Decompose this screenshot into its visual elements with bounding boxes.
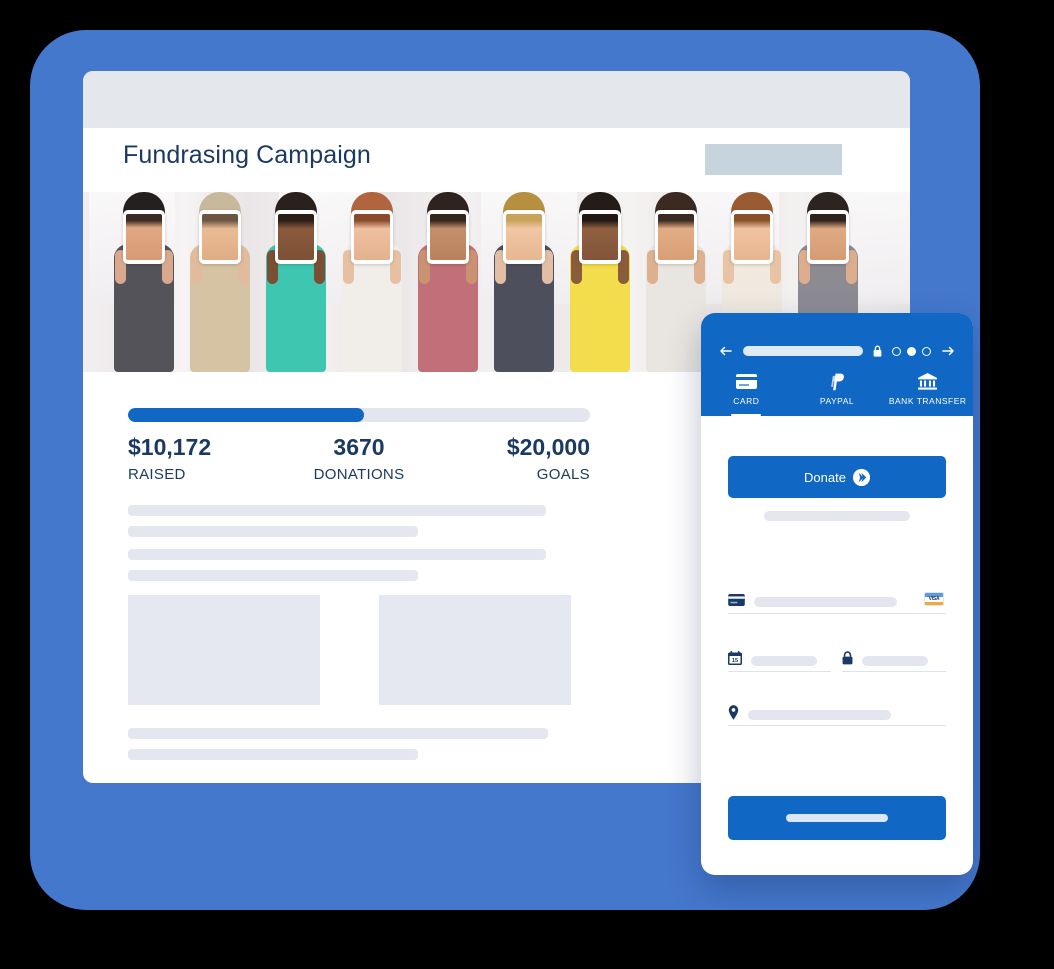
field-underline: [728, 613, 946, 614]
tab-paypal[interactable]: PAYPAL: [792, 371, 883, 416]
donate-button-label: Donate: [804, 469, 846, 485]
skeleton-line: [128, 570, 418, 581]
tab-active-indicator: [731, 413, 762, 416]
tab-paypal-label: PAYPAL: [819, 396, 855, 406]
header-badge-placeholder[interactable]: [705, 144, 842, 175]
stat-raised-label: RAISED: [128, 466, 186, 483]
location-pin-icon: [728, 705, 739, 725]
field-underline: [728, 671, 831, 672]
stat-goals: $20,000 GOALS: [507, 432, 590, 488]
field-underline: [842, 671, 946, 672]
page-indicator-dots[interactable]: [892, 346, 931, 356]
url-input[interactable]: [743, 346, 863, 356]
tab-bank-transfer[interactable]: BANK TRANSFER: [882, 371, 973, 416]
browser-chrome-bar: [83, 71, 910, 128]
bank-icon: [918, 372, 938, 391]
field-underline: [728, 725, 946, 726]
visa-brand-badge: VISA: [924, 592, 944, 606]
browser-nav-row: [701, 339, 973, 363]
arrow-left-icon[interactable]: [718, 343, 734, 359]
page-dot-active[interactable]: [907, 346, 916, 356]
address-input[interactable]: [748, 710, 891, 720]
payment-panel: CARD PAYPAL BANK TRANSFER Donate VISA 15: [701, 313, 973, 875]
lock-icon: [842, 651, 853, 670]
content-image-placeholder: [128, 595, 320, 705]
svg-text:15: 15: [732, 658, 738, 664]
stat-goals-label: GOALS: [536, 466, 590, 483]
hero-person: [335, 192, 409, 372]
hero-person: [259, 192, 333, 372]
stat-donations-label: DONATIONS: [313, 466, 405, 483]
campaign-progress-bar: [128, 408, 590, 422]
content-image-placeholder: [379, 595, 571, 705]
tab-card[interactable]: CARD: [701, 371, 792, 416]
cvv-row[interactable]: [842, 651, 928, 670]
arrow-right-icon[interactable]: [940, 343, 956, 359]
page-title: Fundrasing Campaign: [123, 141, 371, 169]
lock-icon: [872, 344, 883, 358]
paypal-icon: [830, 372, 845, 391]
stat-goals-value: $20,000: [506, 434, 590, 460]
cvv-input[interactable]: [862, 655, 928, 666]
credit-card-icon: [728, 593, 745, 611]
skeleton-line: [128, 549, 546, 560]
credit-card-icon: [735, 372, 757, 391]
skeleton-line: [128, 749, 418, 760]
tab-bank-transfer-label: BANK TRANSFER: [888, 396, 967, 406]
expiry-row[interactable]: 15: [728, 651, 817, 670]
submit-button-label: [786, 814, 888, 822]
skeleton-line: [128, 505, 546, 516]
campaign-progress-fill: [128, 408, 364, 422]
stat-donations-value: 3670: [333, 434, 385, 460]
skeleton-line: [128, 526, 418, 537]
chevron-circle-right-icon: [852, 468, 870, 486]
expiry-input[interactable]: [751, 655, 817, 666]
hero-person: [107, 192, 181, 372]
card-number-input[interactable]: [754, 597, 897, 607]
tab-card-label: CARD: [733, 396, 760, 406]
stat-donations: 3670 DONATIONS: [314, 432, 405, 488]
hero-person: [487, 192, 561, 372]
page-dot[interactable]: [922, 346, 931, 356]
hero-person: [411, 192, 485, 372]
stat-raised: $10,172 RAISED: [128, 432, 211, 488]
address-row[interactable]: [728, 705, 946, 725]
hero-person: [183, 192, 257, 372]
screenshot-stage: Fundrasing Campaign $10,172 RAISED 3670 …: [0, 0, 1054, 969]
payment-method-tabs: CARD PAYPAL BANK TRANSFER: [701, 371, 973, 416]
calendar-icon: 15: [728, 651, 742, 670]
card-number-row[interactable]: [728, 593, 946, 611]
skeleton-line: [764, 511, 910, 521]
page-dot[interactable]: [892, 346, 901, 356]
submit-payment-button[interactable]: [728, 796, 946, 840]
stat-raised-value: $10,172: [128, 434, 212, 460]
campaign-stats: $10,172 RAISED 3670 DONATIONS $20,000 GO…: [128, 432, 590, 488]
donate-button[interactable]: Donate: [728, 456, 946, 498]
skeleton-line: [128, 728, 548, 739]
hero-person: [563, 192, 637, 372]
